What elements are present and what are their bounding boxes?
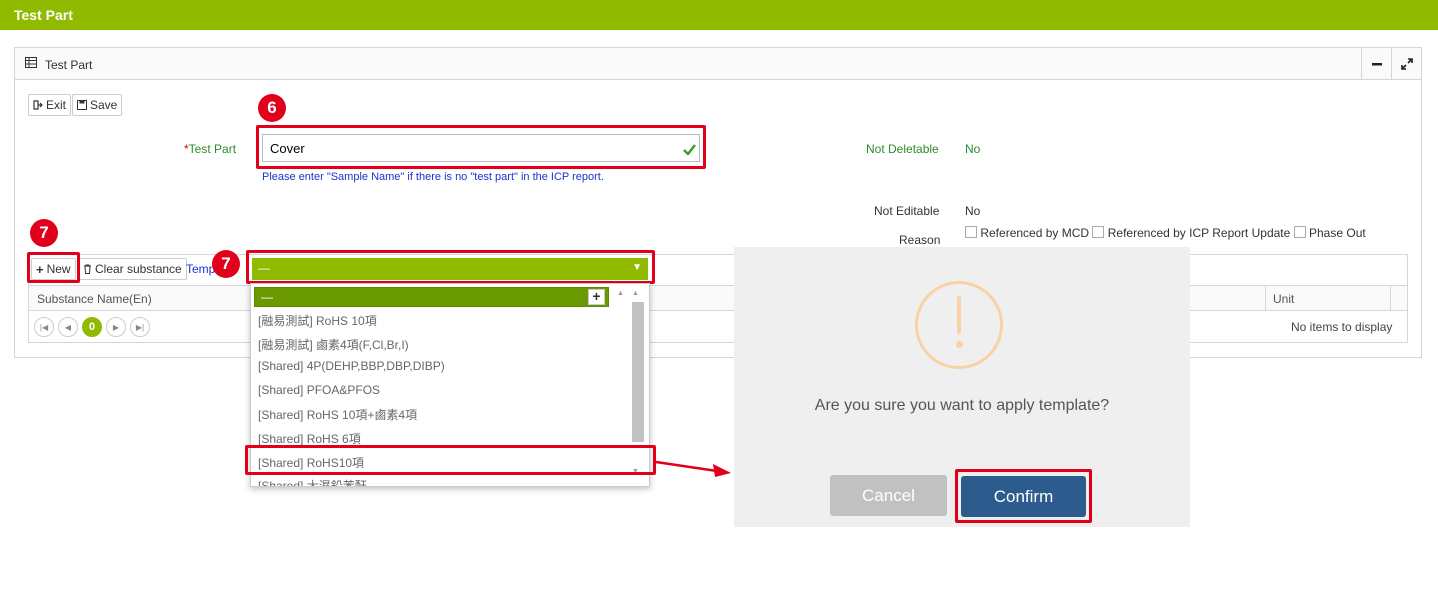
prev-page-button[interactable]: ◀ [58, 317, 78, 337]
test-part-hint: Please enter "Sample Name" if there is n… [262, 171, 604, 183]
cancel-button[interactable]: Cancel [830, 475, 947, 516]
template-option[interactable]: [Shared] PFOA&PFOS [258, 383, 380, 397]
expand-icon [1400, 57, 1413, 70]
column-unit[interactable]: Unit [1273, 292, 1294, 306]
not-deletable-label: Not Deletable [866, 142, 939, 156]
first-page-icon: |◀ [39, 322, 49, 332]
exit-button[interactable]: Exit [28, 94, 72, 116]
next-page-button[interactable]: ▶ [106, 317, 126, 337]
reason-label: Reason [899, 233, 941, 247]
panel-title: Test Part [45, 58, 93, 72]
referenced-by-mcd-label: Referenced by MCD [980, 226, 1090, 240]
prev-page-icon: ◀ [64, 322, 72, 332]
template-select-highlight [246, 250, 655, 284]
dropdown-scrollbar[interactable] [632, 302, 644, 442]
template-label: Temp [186, 262, 216, 276]
step-7-badge-template: 7 [212, 250, 240, 278]
scroll-up-icon[interactable]: ▲ [617, 290, 624, 297]
trash-icon [84, 264, 91, 274]
not-deletable-value: No [965, 142, 981, 156]
current-page[interactable]: 0 [82, 317, 102, 337]
top-bar: Test Part [0, 0, 1438, 30]
referenced-by-icp-label: Referenced by ICP Report Update [1107, 226, 1291, 240]
column-divider [1265, 286, 1266, 310]
warning-icon-bar [957, 296, 961, 334]
table-icon [25, 57, 37, 68]
template-option[interactable]: [Shared] 4P(DEHP,BBP,DBP,DIBP) [258, 359, 445, 373]
template-option[interactable]: [融易測試] 鹵素4項(F,Cl,Br,I) [258, 336, 409, 353]
plus-icon: + [592, 288, 601, 304]
exit-label: Exit [46, 98, 67, 112]
next-page-icon: ▶ [112, 322, 120, 332]
test-part-label: *Test Part [184, 142, 236, 156]
minus-icon [1371, 62, 1382, 65]
template-filter-value: — [261, 290, 273, 304]
column-divider [1390, 286, 1391, 310]
test-part-label-text: Test Part [188, 142, 237, 156]
template-option-highlight [245, 445, 656, 475]
last-page-button[interactable]: ▶| [130, 317, 150, 337]
save-label: Save [90, 98, 118, 112]
phase-out-checkbox[interactable] [1293, 226, 1306, 238]
confirm-button-highlight [955, 469, 1092, 523]
not-editable-value: No [965, 204, 981, 218]
template-filter-input[interactable]: — [254, 287, 609, 307]
first-page-button[interactable]: |◀ [34, 317, 54, 337]
step-6-badge: 6 [258, 94, 286, 122]
save-button[interactable]: Save [72, 94, 123, 116]
warning-icon-dot [956, 341, 963, 348]
column-substance-name[interactable]: Substance Name(En) [37, 292, 152, 306]
dialog-message: Are you sure you want to apply template? [814, 397, 1110, 414]
reason-checkboxes: Referenced by MCD Referenced by ICP Repo… [965, 226, 1366, 240]
save-icon [77, 100, 87, 110]
template-option[interactable]: [Shared] RoHS 10項+鹵素4項 [258, 406, 417, 423]
app-title: Test Part [14, 7, 73, 23]
grid-header: Substance Name(En) Unit [29, 285, 1407, 311]
new-button-highlight [27, 252, 80, 283]
template-option[interactable]: [Shared] 大濕鉛苯酐 [258, 477, 367, 486]
referenced-by-mcd-checkbox[interactable] [965, 226, 977, 238]
template-option[interactable]: [融易測試] RoHS 10項 [258, 312, 377, 329]
clear-substance-label: Clear substance [95, 262, 182, 276]
pointer-arrow-icon [655, 460, 731, 477]
add-template-button[interactable]: + [588, 289, 605, 305]
step-7-badge-new: 7 [30, 219, 58, 247]
panel-header: Test Part [15, 48, 1421, 80]
exit-icon [33, 100, 43, 110]
scroll-up-icon[interactable]: ▲ [632, 290, 639, 297]
phase-out-label: Phase Out [1309, 226, 1366, 240]
step-6-highlight [256, 125, 706, 169]
maximize-button[interactable] [1391, 48, 1421, 79]
pager: |◀ ◀ 0 ▶ ▶| [34, 317, 150, 337]
referenced-by-icp-checkbox[interactable] [1092, 226, 1105, 238]
clear-substance-button[interactable]: Clear substance [78, 258, 187, 280]
not-editable-label: Not Editable [874, 204, 940, 218]
minimize-button[interactable] [1361, 48, 1391, 79]
empty-message: No items to display [1291, 320, 1393, 334]
warning-icon [915, 281, 1003, 369]
last-page-icon: ▶| [135, 322, 145, 332]
